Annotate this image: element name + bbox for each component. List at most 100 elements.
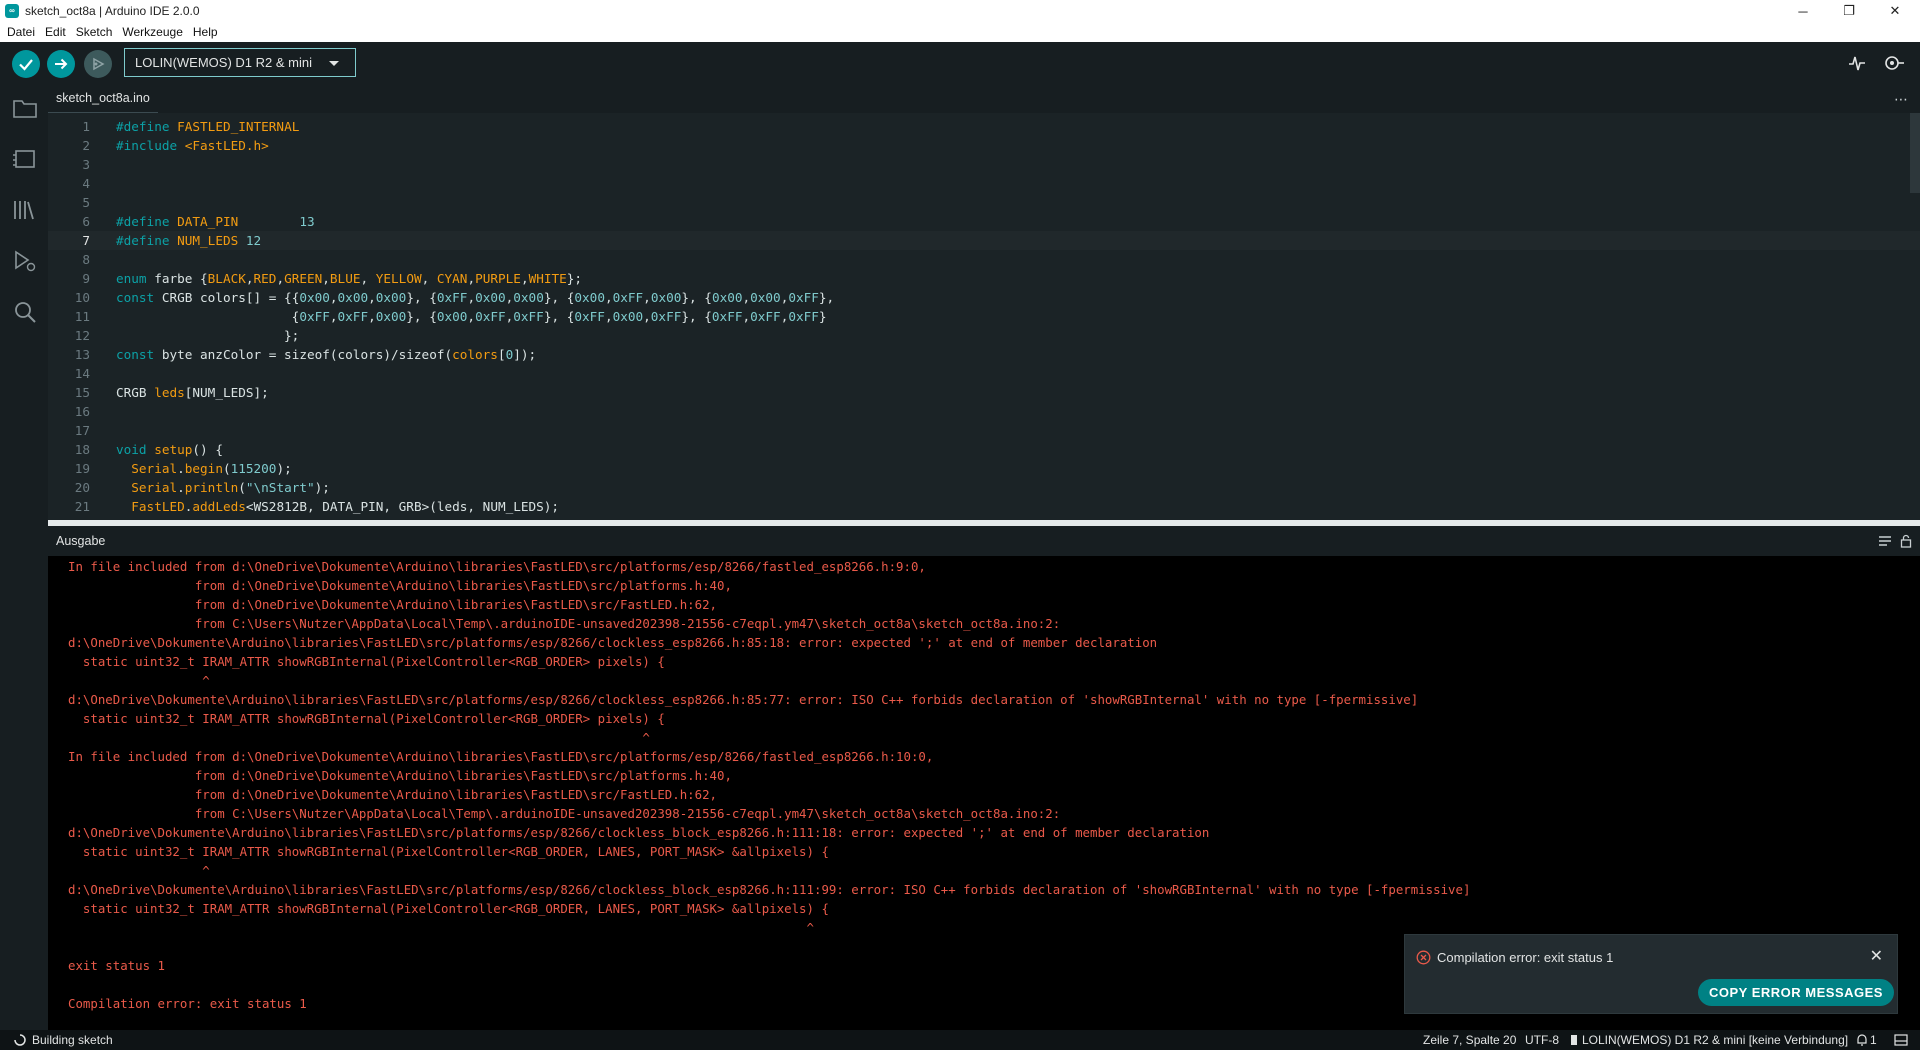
editor-scrollbar[interactable] [1910,113,1920,193]
code-text: #include <FastLED.h> [116,138,269,153]
code-text: Serial.begin(115200); [131,461,292,476]
menu-bar: Datei Edit Sketch Werkzeuge Help [0,22,1920,42]
code-line[interactable]: 7 #define NUM_LEDS 12 [48,231,1920,250]
close-button[interactable]: ✕ [1872,0,1918,22]
line-number: 13 [74,347,90,362]
menu-sketch[interactable]: Sketch [71,22,118,42]
output-line: ^ [68,920,814,935]
code-line[interactable]: 12 }; [48,326,1920,345]
code-line[interactable]: 14 [48,364,1920,383]
error-icon [1416,950,1431,965]
code-line[interactable]: 19 Serial.begin(115200); [48,459,1920,478]
output-line: In file included from d:\OneDrive\Dokume… [68,559,926,574]
output-line: ^ [68,730,650,745]
code-line[interactable]: 5 [48,193,1920,212]
code-text: #define FASTLED_INTERNAL [116,119,300,134]
tab-sketch-file[interactable]: sketch_oct8a.ino [48,83,158,113]
output-title: Ausgabe [56,534,106,548]
line-number: 3 [82,157,90,172]
board-selector[interactable]: LOLIN(WEMOS) D1 R2 & mini [124,48,356,77]
spinner-icon [14,1034,26,1046]
status-board[interactable]: LOLIN(WEMOS) D1 R2 & mini [keine Verbind… [1582,1030,1848,1050]
clear-output-icon[interactable] [1878,535,1892,547]
output-line: d:\OneDrive\Dokumente\Arduino\libraries\… [68,882,1471,897]
minimize-button[interactable]: ─ [1780,0,1826,22]
output-header: Ausgabe [48,526,1920,556]
line-number: 5 [82,195,90,210]
line-number: 10 [74,290,90,305]
code-line[interactable]: 1 #define FASTLED_INTERNAL [48,117,1920,136]
line-number: 9 [82,271,90,286]
lock-icon[interactable] [1900,534,1912,548]
line-number: 19 [74,461,90,476]
code-editor[interactable]: 1 #define FASTLED_INTERNAL 2 #include <Fast… [48,113,1920,520]
code-line[interactable]: 18 void setup() { [48,440,1920,459]
code-line[interactable]: 21 FastLED.addLeds<WS2812B, DATA_PIN, GR… [48,497,1920,516]
debug-button[interactable] [84,50,112,78]
code-line[interactable]: 6 #define DATA_PIN 13 [48,212,1920,231]
status-bar: Building sketch Zeile 7, Spalte 20 UTF-8… [0,1030,1920,1050]
menu-datei[interactable]: Datei [2,22,40,42]
line-number: 21 [74,499,90,514]
caret-down-icon [329,61,339,66]
code-text: CRGB leds[NUM_LEDS]; [116,385,269,400]
line-number: 20 [74,480,90,495]
code-line[interactable]: 3 [48,155,1920,174]
plotter-icon[interactable] [1848,54,1866,72]
editor-tabbar: sketch_oct8a.ino ⋯ [48,83,1920,113]
verify-button[interactable] [12,50,40,78]
maximize-button[interactable]: ❐ [1826,0,1872,22]
code-line[interactable]: 11 {0xFF,0xFF,0x00}, {0x00,0xFF,0xFF}, {… [48,307,1920,326]
code-line[interactable]: 17 [48,421,1920,440]
code-text: enum farbe {BLACK,RED,GREEN,BLUE, YELLOW… [116,271,583,286]
search-icon[interactable] [12,299,38,325]
code-text: #define DATA_PIN 13 [116,214,315,229]
sidebar [0,83,48,1030]
code-line[interactable]: 15 CRGB leds[NUM_LEDS]; [48,383,1920,402]
menu-help[interactable]: Help [188,22,223,42]
code-line[interactable]: 4 [48,174,1920,193]
line-number: 8 [82,252,90,267]
code-line[interactable]: 13 const byte anzColor = sizeof(colors)/s… [48,345,1920,364]
library-icon[interactable] [12,197,38,223]
code-line[interactable]: 2 #include <FastLED.h> [48,136,1920,155]
output-line: static uint32_t IRAM_ATTR showRGBInterna… [68,654,665,669]
title-bar: ∞ sketch_oct8a | Arduino IDE 2.0.0 ─ ❐ ✕ [0,0,1920,22]
close-icon[interactable]: ✕ [1870,946,1883,966]
code-text: void setup() { [116,442,223,457]
board-manager-icon[interactable] [12,146,38,172]
output-line: d:\OneDrive\Dokumente\Arduino\libraries\… [68,635,1158,650]
copy-error-messages-button[interactable]: COPY ERROR MESSAGES [1698,979,1894,1006]
board-selector-label: LOLIN(WEMOS) D1 R2 & mini [135,55,312,70]
board-icon [1571,1035,1577,1045]
code-line[interactable]: 16 [48,402,1920,421]
code-line[interactable]: 9 enum farbe {BLACK,RED,GREEN,BLUE, YELLO… [48,269,1920,288]
status-notification-count[interactable]: 1 [1870,1030,1877,1050]
notification-message: Compilation error: exit status 1 [1437,950,1614,965]
line-number: 14 [74,366,90,381]
line-number: 7 [82,233,90,248]
toggle-output-icon[interactable] [1894,1034,1908,1046]
code-line[interactable]: 8 [48,250,1920,269]
more-options-icon[interactable]: ⋯ [1894,91,1908,108]
output-line: d:\OneDrive\Dokumente\Arduino\libraries\… [68,825,1210,840]
notification-bell-icon[interactable] [1856,1034,1868,1046]
status-building: Building sketch [32,1033,113,1047]
code-text: const CRGB colors[] = {{0x00,0x00,0x00},… [116,290,835,305]
menu-edit[interactable]: Edit [40,22,71,42]
status-cursor-position[interactable]: Zeile 7, Spalte 20 [1423,1030,1516,1050]
status-encoding[interactable]: UTF-8 [1525,1030,1559,1050]
serial-monitor-icon[interactable] [1883,53,1905,73]
folder-icon[interactable] [12,95,38,121]
code-line[interactable]: 20 Serial.println("\nStart"); [48,478,1920,497]
menu-werkzeuge[interactable]: Werkzeuge [117,22,187,42]
debug-icon[interactable] [12,248,38,274]
upload-button[interactable] [47,50,75,78]
output-line: from C:\Users\Nutzer\AppData\Local\Temp\… [68,616,1061,631]
code-text: Serial.println("\nStart"); [131,480,330,495]
line-number: 15 [74,385,90,400]
code-line[interactable]: 10 const CRGB colors[] = {{0x00,0x00,0x00… [48,288,1920,307]
error-notification: Compilation error: exit status 1 ✕ COPY … [1404,934,1898,1014]
output-line: ^ [68,863,210,878]
line-number: 16 [74,404,90,419]
